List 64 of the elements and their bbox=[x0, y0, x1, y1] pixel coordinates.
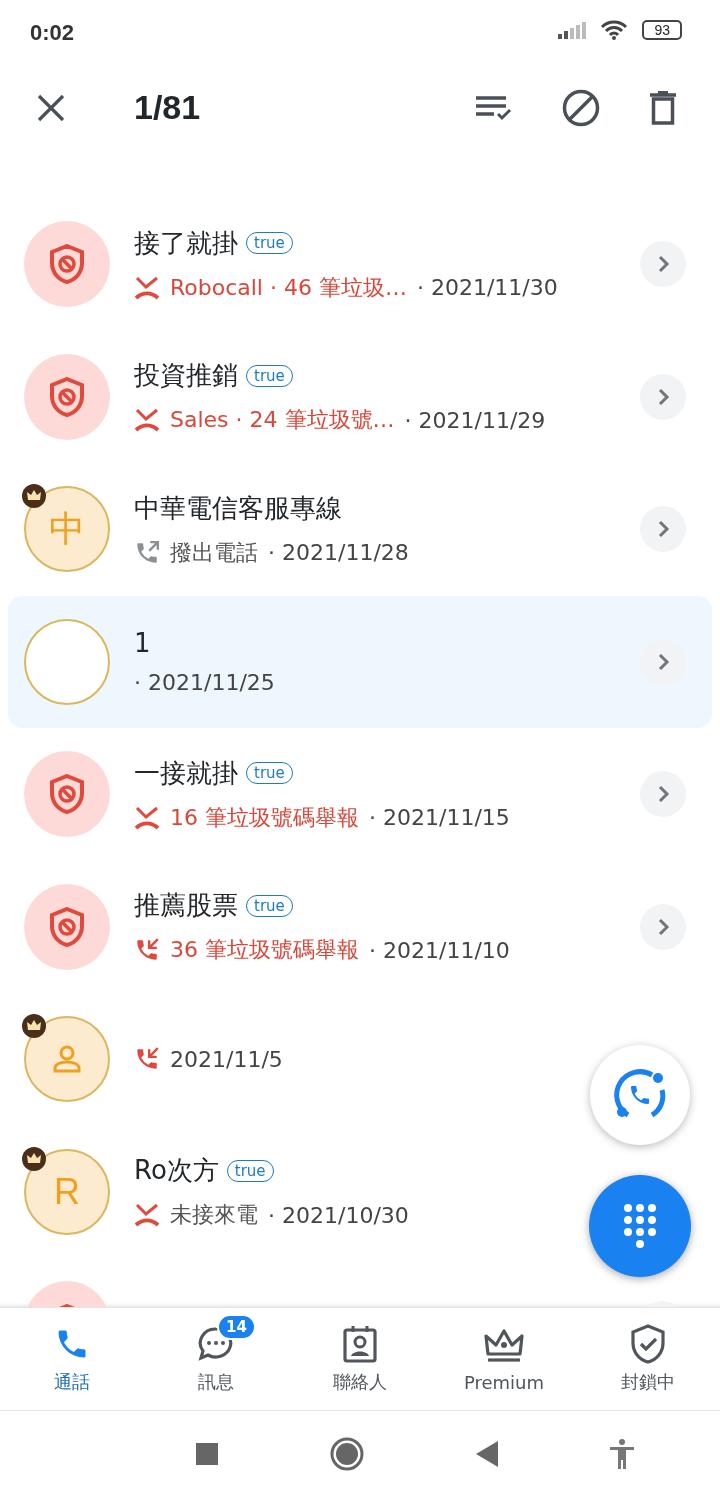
crown-icon bbox=[484, 1327, 524, 1364]
call-row[interactable]: 推薦股票 true 36 筆垃圾號碼舉報 · 2021/11/10 bbox=[0, 860, 720, 993]
block-icon[interactable] bbox=[562, 88, 600, 127]
call-date: · 2021/11/15 bbox=[369, 805, 510, 831]
call-date: · 2021/11/29 bbox=[404, 407, 546, 433]
status-time: 0:02 bbox=[30, 20, 75, 46]
nav-tab[interactable]: 通話 bbox=[0, 1308, 144, 1410]
missed-call-icon bbox=[134, 804, 160, 831]
call-detail: Robocall · 46 筆垃圾… bbox=[170, 273, 407, 302]
call-row[interactable]: 接了就掛 true Robocall · 46 筆垃圾… · 2021/11/30 bbox=[0, 198, 720, 331]
nav-tab[interactable]: 14 訊息 bbox=[144, 1308, 288, 1410]
call-row[interactable]: 中 中華電信客服專線 撥出電話 · 2021/11/28 bbox=[0, 463, 720, 596]
caller-name: 中華電信客服專線 bbox=[134, 491, 342, 525]
call-row[interactable]: 1 · 2021/11/25 bbox=[8, 595, 712, 728]
nav-tab[interactable]: Premium bbox=[432, 1308, 576, 1410]
call-detail: 撥出電話 bbox=[170, 538, 258, 567]
selection-count: 1/81 bbox=[134, 88, 202, 127]
caller-name: Ro次方 bbox=[134, 1154, 219, 1188]
call-row[interactable]: 一接就掛 true 16 筆垃圾號碼舉報 · 2021/11/15 bbox=[0, 728, 720, 861]
chevron-right-icon[interactable] bbox=[640, 903, 686, 950]
call-date: · 2021/11/28 bbox=[268, 540, 409, 566]
call-detail: Sales · 24 筆垃圾號… bbox=[170, 406, 395, 435]
nav-tab[interactable]: 封鎖中 bbox=[576, 1308, 720, 1410]
missed-call-icon bbox=[134, 274, 160, 301]
accessibility-icon[interactable] bbox=[610, 1439, 634, 1469]
caller-name: 一接就掛 bbox=[134, 756, 238, 790]
delete-icon[interactable] bbox=[650, 90, 676, 125]
missed-call-icon bbox=[134, 1202, 160, 1229]
chevron-right-icon[interactable] bbox=[640, 638, 686, 685]
call-date: · 2021/11/30 bbox=[416, 275, 558, 301]
call-row[interactable]: R Ro次方 true 未接來電 · 2021/10/30 bbox=[0, 1125, 720, 1258]
call-row[interactable]: 投資推銷 true Sales · 24 筆垃圾號… · 2021/11/29 bbox=[0, 330, 720, 463]
call-date: · 2021/10/30 bbox=[268, 1202, 409, 1228]
dialpad-button[interactable] bbox=[589, 1175, 691, 1277]
contact-avatar: 中 bbox=[24, 486, 110, 573]
outgoing-call-icon bbox=[134, 539, 160, 566]
call-date: · 2021/11/10 bbox=[369, 937, 510, 963]
chevron-right-icon[interactable] bbox=[640, 771, 686, 818]
chevron-right-icon[interactable] bbox=[640, 373, 686, 420]
back-icon[interactable] bbox=[476, 1441, 498, 1467]
contact-card-icon bbox=[343, 1325, 377, 1363]
caller-name: 推薦股票 bbox=[134, 889, 238, 923]
shield-check-icon bbox=[631, 1324, 665, 1364]
caller-name: 投資推銷 bbox=[134, 359, 238, 393]
call-detail: 16 筆垃圾號碼舉報 bbox=[170, 803, 359, 832]
call-date: · 2021/11/25 bbox=[134, 670, 275, 696]
close-icon[interactable] bbox=[36, 92, 66, 123]
battery-indicator: 93 bbox=[642, 20, 682, 40]
chevron-right-icon[interactable] bbox=[640, 506, 686, 553]
nav-tab[interactable]: 聯絡人 bbox=[288, 1308, 432, 1410]
home-icon[interactable] bbox=[330, 1437, 364, 1471]
call-row[interactable]: 2021/11/5 bbox=[0, 993, 720, 1126]
call-date: 2021/11/5 bbox=[170, 1046, 283, 1072]
contact-avatar: R bbox=[24, 1148, 110, 1235]
caller-name: 接了就掛 bbox=[134, 226, 238, 260]
caller-name: 1 bbox=[134, 628, 151, 659]
chevron-right-icon[interactable] bbox=[640, 241, 686, 288]
call-detail: 未接來電 bbox=[170, 1201, 258, 1230]
missed-call-icon bbox=[134, 407, 160, 434]
call-detail: 36 筆垃圾號碼舉報 bbox=[170, 936, 359, 965]
unread-badge: 14 bbox=[217, 1314, 256, 1340]
select-all-icon[interactable] bbox=[476, 94, 512, 121]
signal-icon bbox=[558, 21, 587, 39]
wifi-icon bbox=[600, 20, 629, 40]
